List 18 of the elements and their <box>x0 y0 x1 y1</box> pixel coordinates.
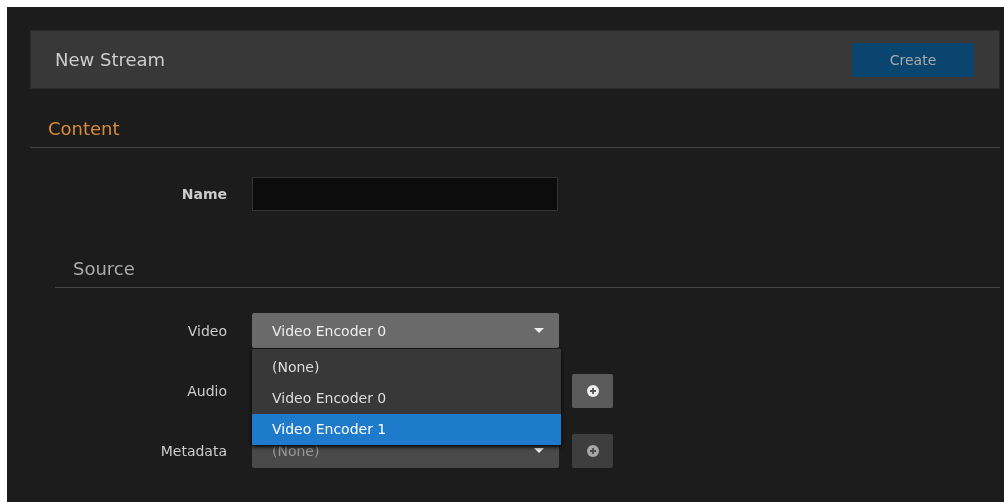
field-label: Metadata <box>159 442 227 459</box>
field-label: Name <box>180 186 227 202</box>
dropdown-option[interactable]: Video Encoder 0 <box>252 383 561 414</box>
section-heading: Content <box>30 118 1000 148</box>
dropdown-option[interactable]: (None) <box>252 352 561 383</box>
plus-circle-icon <box>586 384 599 397</box>
field-label: Video <box>186 322 227 339</box>
plus-circle-icon <box>586 444 599 457</box>
caret-icon <box>534 328 544 333</box>
page-title: New Stream <box>55 49 166 70</box>
dropdown-select[interactable]: Video Encoder 0 <box>252 313 559 348</box>
name-input[interactable] <box>252 177 558 211</box>
section-heading: Source <box>55 258 1000 288</box>
caret-icon <box>534 448 544 453</box>
dropdown-option[interactable]: Video Encoder 1 <box>252 414 561 445</box>
field-label: Audio <box>186 382 227 399</box>
create-button[interactable]: Create <box>852 42 974 77</box>
add-button[interactable] <box>572 373 613 408</box>
